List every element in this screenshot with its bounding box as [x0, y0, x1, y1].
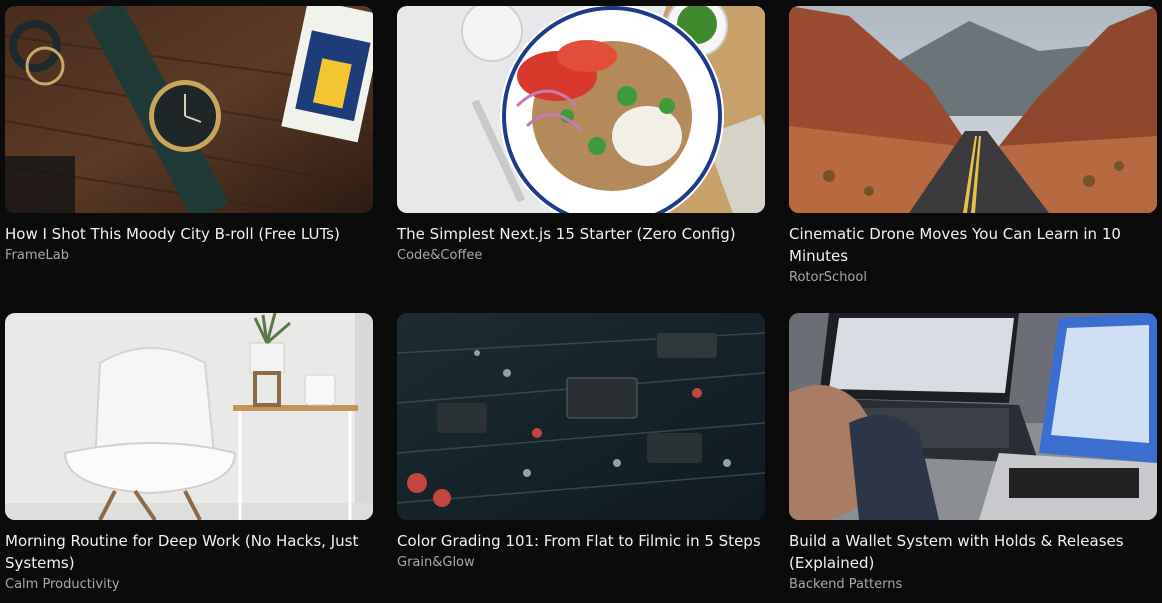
video-grid: How I Shot This Moody City B-roll (Free …: [0, 0, 1162, 603]
watch-on-wood-image: [5, 6, 373, 213]
channel-name[interactable]: Calm Productivity: [5, 576, 373, 594]
video-thumbnail[interactable]: [789, 6, 1157, 213]
video-title[interactable]: The Simplest Next.js 15 Starter (Zero Co…: [397, 223, 765, 245]
channel-name[interactable]: Backend Patterns: [789, 576, 1157, 594]
video-card[interactable]: Build a Wallet System with Holds & Relea…: [789, 313, 1157, 594]
video-thumbnail[interactable]: [397, 313, 765, 520]
channel-name[interactable]: Code&Coffee: [397, 247, 765, 265]
video-title[interactable]: Build a Wallet System with Holds & Relea…: [789, 530, 1157, 574]
channel-name[interactable]: RotorSchool: [789, 269, 1157, 287]
circuit-board-image: [397, 313, 765, 520]
video-card[interactable]: The Simplest Next.js 15 Starter (Zero Co…: [397, 6, 765, 265]
video-title[interactable]: Color Grading 101: From Flat to Filmic i…: [397, 530, 765, 552]
video-thumbnail[interactable]: [5, 6, 373, 213]
video-card[interactable]: Morning Routine for Deep Work (No Hacks,…: [5, 313, 373, 594]
video-card[interactable]: Cinematic Drone Moves You Can Learn in 1…: [789, 6, 1157, 287]
video-title[interactable]: How I Shot This Moody City B-roll (Free …: [5, 223, 373, 245]
video-thumbnail[interactable]: [5, 313, 373, 520]
video-thumbnail[interactable]: [789, 313, 1157, 520]
video-card[interactable]: How I Shot This Moody City B-roll (Free …: [5, 6, 373, 265]
video-title[interactable]: Cinematic Drone Moves You Can Learn in 1…: [789, 223, 1157, 267]
laptops-typing-image: [789, 313, 1157, 520]
desert-road-image: [789, 6, 1157, 213]
salad-plate-image: [397, 6, 765, 213]
video-card[interactable]: Color Grading 101: From Flat to Filmic i…: [397, 313, 765, 572]
video-title[interactable]: Morning Routine for Deep Work (No Hacks,…: [5, 530, 373, 574]
video-thumbnail[interactable]: [397, 6, 765, 213]
white-chair-image: [5, 313, 373, 520]
channel-name[interactable]: Grain&Glow: [397, 554, 765, 572]
channel-name[interactable]: FrameLab: [5, 247, 373, 265]
